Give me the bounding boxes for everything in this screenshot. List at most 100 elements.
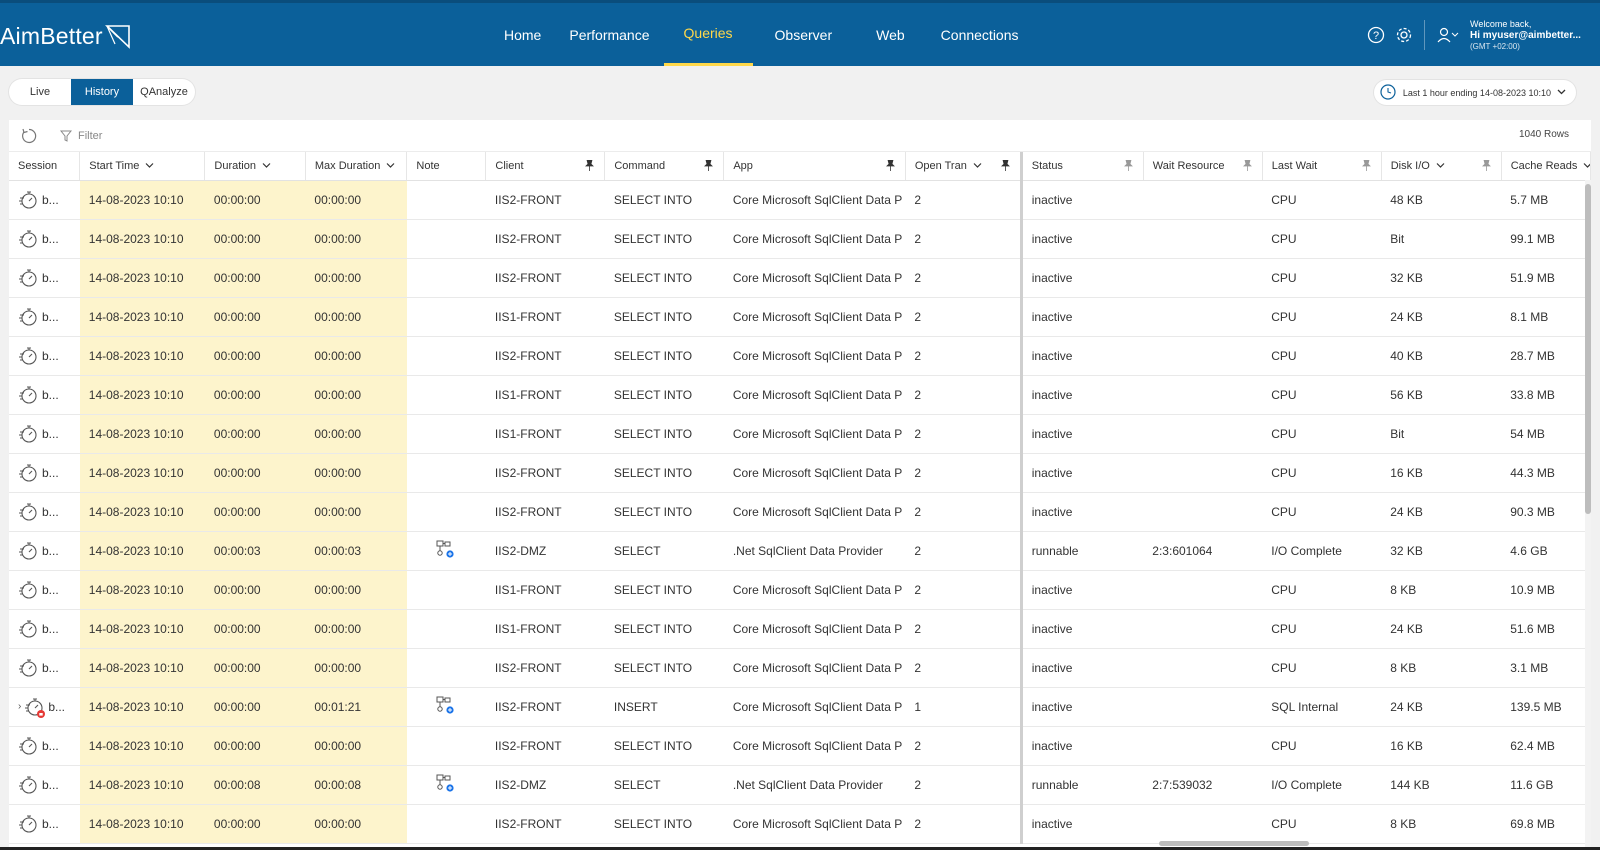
cell-session[interactable]: b... — [9, 414, 80, 454]
cell-client: IIS2-FRONT — [485, 492, 605, 532]
cell-session[interactable]: b... — [9, 375, 80, 415]
row-count: 1040 Rows — [1518, 129, 1569, 140]
col-command[interactable]: Command — [604, 152, 725, 181]
pin-icon[interactable] — [585, 159, 595, 174]
col-cache-reads[interactable]: Cache Reads — [1501, 152, 1591, 181]
cell-session[interactable]: b... — [9, 648, 80, 688]
table-row[interactable]: b... 14-08-2023 10:10 00:00:00 00:00:00 … — [9, 804, 1591, 844]
cell-open-tran: 2 — [905, 492, 1022, 532]
col-status[interactable]: Status — [1019, 152, 1144, 181]
pin-icon[interactable] — [1000, 159, 1010, 174]
table-row[interactable]: b... 14-08-2023 10:10 00:00:00 00:00:00 … — [9, 336, 1591, 376]
table-row[interactable]: b... 14-08-2023 10:10 00:00:00 00:00:00 … — [9, 609, 1591, 649]
tab-qanalyze[interactable]: QAnalyze — [133, 79, 195, 105]
nav-connections[interactable]: Connections — [927, 3, 1033, 66]
cell-session[interactable]: b... — [9, 570, 80, 610]
cell-app: Core Microsoft SqlClient Data P — [723, 258, 906, 298]
filter-input[interactable]: Filter — [78, 130, 102, 142]
col-disk-io[interactable]: Disk I/O — [1381, 152, 1502, 181]
refresh-icon[interactable] — [20, 127, 38, 145]
col-client[interactable]: Client — [485, 152, 606, 181]
table-row[interactable]: b... 14-08-2023 10:10 00:00:08 00:00:08 … — [9, 765, 1591, 805]
col-app[interactable]: App — [723, 152, 906, 181]
vertical-scrollbar[interactable] — [1585, 180, 1591, 848]
col-session[interactable]: Session — [9, 152, 81, 181]
table-row[interactable]: b... 14-08-2023 10:10 00:00:00 00:00:00 … — [9, 297, 1591, 337]
cell-session[interactable]: b... — [9, 726, 80, 766]
table-row[interactable]: b... 14-08-2023 10:10 00:00:00 00:00:00 … — [9, 414, 1591, 454]
cell-command: SELECT INTO — [604, 258, 724, 298]
cell-session[interactable]: b... — [9, 765, 80, 805]
brand-logo[interactable]: AimBetter — [0, 19, 131, 53]
vertical-scroll-thumb[interactable] — [1585, 184, 1591, 514]
cell-session[interactable]: b... — [9, 609, 80, 649]
table-row[interactable]: b... 14-08-2023 10:10 00:00:03 00:00:03 … — [9, 531, 1591, 571]
table-row[interactable]: b... 14-08-2023 10:10 00:00:00 00:00:00 … — [9, 648, 1591, 688]
table-row[interactable]: b... 14-08-2023 10:10 00:00:00 00:00:00 … — [9, 726, 1591, 766]
cell-note[interactable] — [406, 687, 486, 727]
time-range-selector[interactable]: Last 1 hour ending 14-08-2023 10:10 — [1373, 80, 1576, 105]
pin-icon[interactable] — [1361, 159, 1371, 174]
settings-gear-icon[interactable] — [1394, 25, 1414, 45]
pin-icon[interactable] — [1123, 159, 1133, 174]
cell-session[interactable]: b... — [9, 180, 80, 220]
cell-command: SELECT INTO — [604, 726, 724, 766]
cell-duration: 00:00:00 — [204, 687, 306, 727]
expand-row-icon[interactable]: › — [18, 701, 21, 712]
filter-icon[interactable] — [60, 130, 72, 142]
nav-home[interactable]: Home — [490, 3, 555, 66]
cell-command: SELECT INTO — [604, 336, 724, 376]
cell-last-wait: CPU — [1262, 492, 1382, 532]
horizontal-scroll-thumb[interactable] — [1159, 841, 1309, 846]
cell-session[interactable]: b... — [9, 804, 80, 844]
cell-session[interactable]: b... — [9, 219, 80, 259]
pin-icon[interactable] — [704, 159, 714, 174]
cell-app: Core Microsoft SqlClient Data P — [723, 609, 906, 649]
cell-session[interactable]: b... — [9, 531, 80, 571]
cell-session[interactable]: b... — [9, 492, 80, 532]
table-row[interactable]: b... 14-08-2023 10:10 00:00:00 00:00:00 … — [9, 492, 1591, 532]
session-stopwatch-icon — [19, 775, 37, 794]
cell-session[interactable]: b... — [9, 453, 80, 493]
table-row[interactable]: b... 14-08-2023 10:10 00:00:00 00:00:00 … — [9, 219, 1591, 259]
table-row[interactable]: › b... 14-08-2023 10:10 00:00:00 00:01:2… — [9, 687, 1591, 727]
table-row[interactable]: b... 14-08-2023 10:10 00:00:00 00:00:00 … — [9, 375, 1591, 415]
col-open-tran[interactable]: Open Tran — [905, 152, 1022, 181]
nav-performance[interactable]: Performance — [555, 3, 663, 66]
cell-note[interactable] — [406, 531, 486, 571]
table-row[interactable]: b... 14-08-2023 10:10 00:00:00 00:00:00 … — [9, 570, 1591, 610]
col-note[interactable]: Note — [406, 152, 487, 181]
nav-observer[interactable]: Observer — [753, 3, 855, 66]
cell-session[interactable]: › b... — [9, 687, 80, 727]
cell-open-tran: 2 — [905, 180, 1022, 220]
col-wait-resource[interactable]: Wait Resource — [1143, 152, 1263, 181]
cell-session[interactable]: b... — [9, 258, 80, 298]
col-duration[interactable]: Duration — [204, 152, 306, 181]
cell-session[interactable]: b... — [9, 336, 80, 376]
cell-cache-reads: 51.6 MB — [1501, 609, 1591, 649]
help-icon[interactable]: ? — [1366, 25, 1386, 45]
table-row[interactable]: b... 14-08-2023 10:10 00:00:00 00:00:00 … — [9, 180, 1591, 220]
pin-icon[interactable] — [885, 159, 895, 174]
time-range-label: Last 1 hour ending 14-08-2023 10:10 — [1402, 87, 1551, 98]
pin-icon[interactable] — [1481, 159, 1491, 174]
tab-live[interactable]: Live — [9, 79, 71, 105]
pin-icon[interactable] — [1242, 159, 1252, 174]
col-last-wait[interactable]: Last Wait — [1262, 152, 1382, 181]
user-menu-chevron-icon[interactable] — [1450, 25, 1460, 45]
cell-max-duration: 00:00:00 — [305, 492, 407, 532]
sort-chevron-icon — [1436, 160, 1445, 172]
col-start-time[interactable]: Start Time — [79, 152, 206, 181]
user-welcome[interactable]: Welcome back, Hi myuser@aimbetter... (GM… — [1470, 19, 1581, 52]
cell-disk-io: 24 KB — [1381, 609, 1502, 649]
cell-session[interactable]: b... — [9, 297, 80, 337]
table-row[interactable]: b... 14-08-2023 10:10 00:00:00 00:00:00 … — [9, 453, 1591, 493]
nav-web[interactable]: Web — [854, 3, 927, 66]
tab-history[interactable]: History — [71, 79, 133, 105]
table-row[interactable]: b... 14-08-2023 10:10 00:00:00 00:00:00 … — [9, 258, 1591, 298]
col-max-duration[interactable]: Max Duration — [305, 152, 408, 181]
col-start-time-label: Start Time — [89, 159, 140, 172]
nav-queries[interactable]: Queries — [663, 3, 753, 66]
cell-wait-resource — [1143, 570, 1263, 610]
cell-note[interactable] — [406, 765, 486, 805]
